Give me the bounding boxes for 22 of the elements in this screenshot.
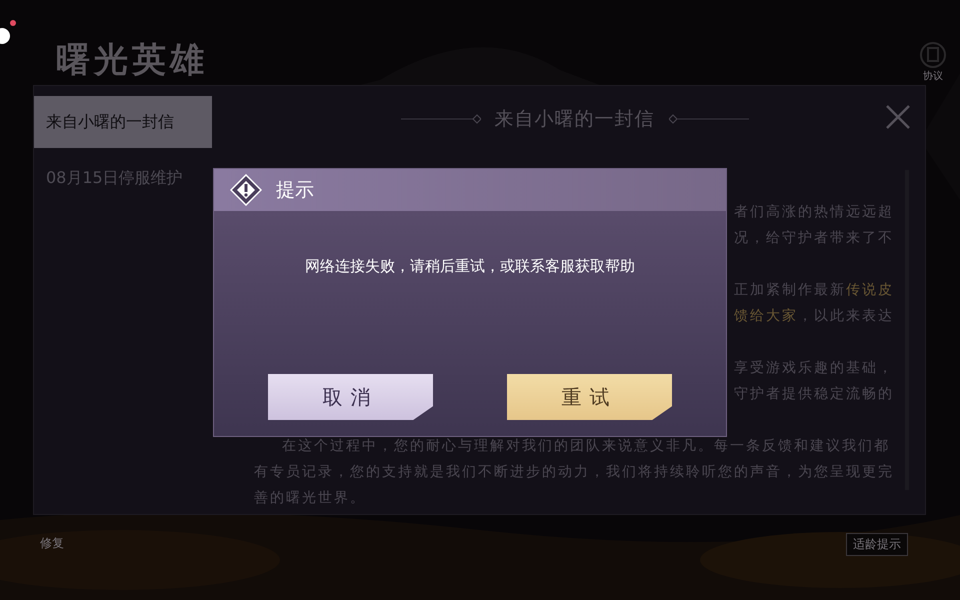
- letter-title: 来自小曙的一封信: [494, 106, 654, 132]
- letter-text-line: 况，给守护者带来了不: [734, 229, 894, 248]
- letter-text-line: 享受游戏乐趣的基础，: [734, 359, 894, 378]
- letter-text-line: 正加紧制作最新传说皮: [734, 281, 894, 300]
- game-logo: 曙光英雄: [56, 39, 208, 82]
- close-icon[interactable]: [885, 104, 911, 130]
- age-rating-badge[interactable]: 适龄提示: [846, 533, 908, 556]
- agreement-label: 协议: [923, 70, 943, 83]
- repair-label[interactable]: 修复: [40, 535, 64, 552]
- cancel-button[interactable]: 取消: [268, 374, 433, 420]
- dialog-message: 网络连接失败，请稍后重试，或联系客服获取帮助: [305, 257, 635, 276]
- divider-ornament-icon: [400, 114, 480, 124]
- letter-text-line: 者们高涨的热情远远超: [734, 203, 894, 222]
- dialog-title: 提示: [276, 178, 314, 203]
- retry-button[interactable]: 重试: [507, 374, 672, 420]
- document-icon[interactable]: [918, 42, 948, 68]
- warning-icon: [230, 174, 262, 206]
- letter-text-line: 馈给大家，以此来表达: [734, 307, 894, 326]
- divider-ornament-icon: [668, 114, 748, 124]
- letter-text-line: 守护者提供稳定流畅的: [734, 385, 894, 404]
- letter-paragraph: 在这个过程中，您的耐心与理解对我们的团队来说意义非凡。每一条反馈和建议我们都有专员记录，您的支持就是我们不断进步的动力，我们将持续聆听您的声音，为您呈现更完善的曙光世界。: [254, 437, 894, 508]
- letter-tab[interactable]: 来自小曙的一封信: [34, 96, 212, 148]
